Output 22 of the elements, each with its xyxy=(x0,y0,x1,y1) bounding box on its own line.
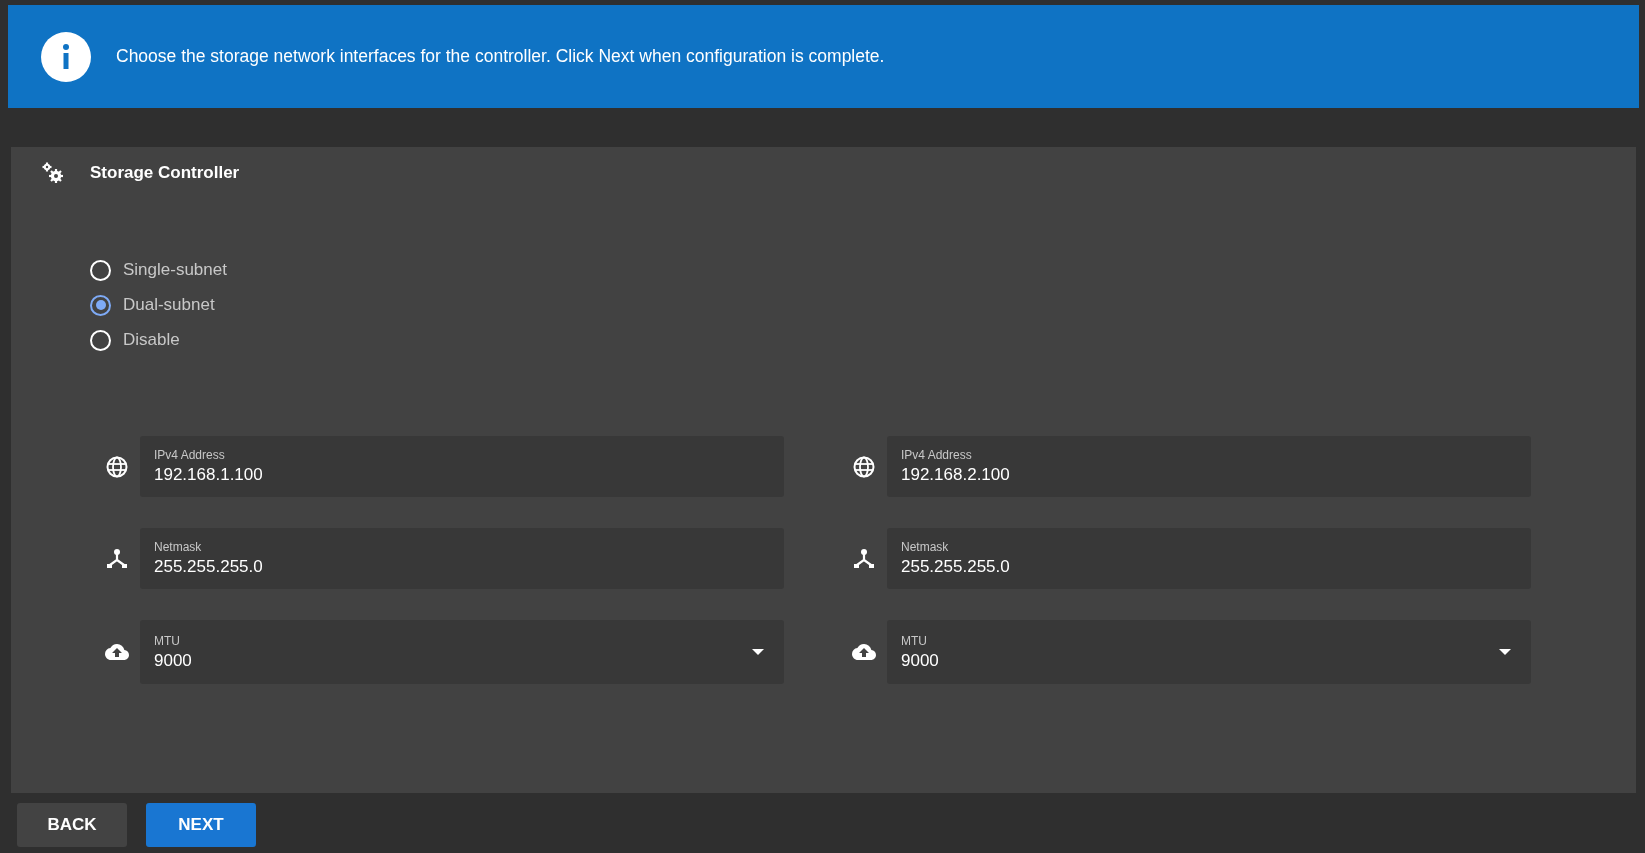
back-button[interactable]: BACK xyxy=(17,803,127,847)
network-icon xyxy=(105,546,129,571)
select-field[interactable]: MTU 9000 xyxy=(887,620,1531,684)
network-icon xyxy=(852,546,876,571)
card-title: Storage Controller xyxy=(90,163,240,183)
radio-option[interactable]: Dual-subnet xyxy=(90,294,215,316)
input-field[interactable]: IPv4 Address 192.168.1.100 xyxy=(140,436,784,497)
banner-message: Choose the storage network interfaces for the controller. Click Next when configuration is complete. xyxy=(116,46,885,67)
globe-icon xyxy=(852,454,876,479)
radio-option[interactable]: Single-subnet xyxy=(90,259,227,281)
caret-icon xyxy=(1499,649,1511,655)
globe-icon xyxy=(105,454,129,479)
gears-icon xyxy=(41,161,65,185)
input-field[interactable]: Netmask 255.255.255.0 xyxy=(887,528,1531,589)
radio-option[interactable]: Disable xyxy=(90,329,180,351)
input-field[interactable]: IPv4 Address 192.168.2.100 xyxy=(887,436,1531,497)
next-button[interactable]: NEXT xyxy=(146,803,256,847)
radio-button[interactable] xyxy=(90,294,111,316)
input-field[interactable]: Netmask 255.255.255.0 xyxy=(140,528,784,589)
info-icon xyxy=(41,31,91,82)
select-field[interactable]: MTU 9000 xyxy=(140,620,784,684)
caret-icon xyxy=(752,649,764,655)
